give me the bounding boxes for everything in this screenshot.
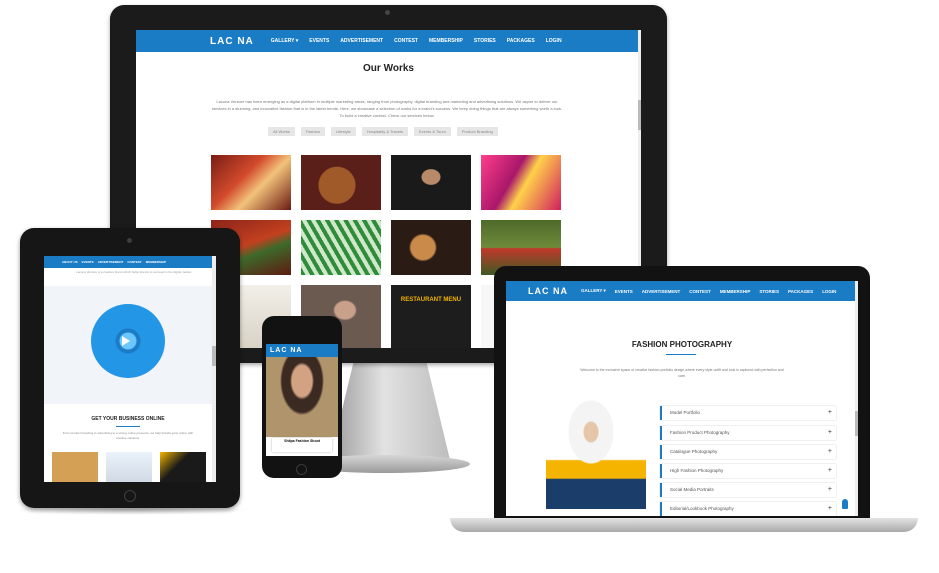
laptop-device: LAC NA GALLERY ▾ EVENTS ADVERTISEMENT CO…: [494, 266, 870, 518]
tablet-nav-contest[interactable]: CONTEST: [127, 260, 141, 264]
tablet-screen: ABOUT US EVENTS ADVERTISEMENT CONTEST ME…: [44, 256, 216, 482]
tablet-scrollbar[interactable]: [212, 256, 216, 482]
tablet-nav-about[interactable]: ABOUT US: [62, 260, 78, 264]
laptop-navbar: LAC NA GALLERY ▾ EVENTS ADVERTISEMENT CO…: [506, 281, 856, 301]
tablet-nav-membership[interactable]: MEMBERSHIP: [146, 260, 166, 264]
tablet-navbar: ABOUT US EVENTS ADVERTISEMENT CONTEST ME…: [44, 256, 212, 268]
gallery-photo-bridal[interactable]: [211, 155, 291, 210]
rocket-icon[interactable]: [842, 499, 848, 509]
desktop-navbar: LAC NA GALLERY ▾ EVENTS ADVERTISEMENT CO…: [136, 30, 638, 52]
tablet-section-text: From product branding to advertising to …: [62, 431, 194, 440]
nav-packages[interactable]: PACKAGES: [507, 38, 535, 44]
play-icon[interactable]: [122, 336, 130, 346]
filter-events[interactable]: Events & Tours: [413, 127, 451, 136]
tablet-thumb-laptop[interactable]: [106, 452, 152, 482]
plus-icon[interactable]: +: [828, 445, 832, 459]
laptop-scrollbar-thumb[interactable]: [855, 411, 858, 436]
laptop-nav-stories[interactable]: STORIES: [759, 289, 779, 294]
accordion-label: Fashion Product Photography: [670, 430, 730, 435]
page-description: Lacuna Venture has been emerging as a di…: [211, 99, 563, 118]
plus-icon[interactable]: +: [828, 502, 832, 516]
accordion-label: Catalogue Photography: [670, 449, 718, 454]
filter-all-works[interactable]: All Works: [268, 127, 295, 136]
phone-navbar: LAC NA: [266, 344, 338, 357]
laptop-scrollbar[interactable]: [855, 281, 858, 516]
laptop-fashion-photo: [546, 399, 646, 509]
monitor-stand: [330, 360, 450, 460]
nav-login[interactable]: LOGIN: [546, 38, 562, 44]
laptop-nav-events[interactable]: EVENTS: [615, 289, 633, 294]
phone-device: LAC NA Shilpa Fashion Shoot: [262, 316, 342, 478]
nav-stories[interactable]: STORIES: [474, 38, 496, 44]
filter-hospitality[interactable]: Hospitality & Travels: [361, 127, 408, 136]
laptop-nav-membership[interactable]: MEMBERSHIP: [720, 289, 751, 294]
laptop-nav-advertisement[interactable]: ADVERTISEMENT: [642, 289, 681, 294]
tablet-section-divider: [116, 426, 140, 427]
phone-caption: Shilpa Fashion Shoot: [284, 439, 320, 443]
filter-lifestyle[interactable]: Lifestyle: [331, 127, 356, 136]
gallery-photo-menu[interactable]: RESTAURANT MENU: [391, 285, 471, 348]
accordion-editorial[interactable]: Editorial/Lookbook Photography +: [660, 502, 836, 516]
nav-advertisement[interactable]: ADVERTISEMENT: [340, 38, 383, 44]
plus-icon[interactable]: +: [828, 464, 832, 478]
laptop-logo[interactable]: LAC NA: [528, 286, 568, 296]
phone-caption-card[interactable]: Shilpa Fashion Shoot: [272, 438, 332, 452]
nav-membership[interactable]: MEMBERSHIP: [429, 38, 463, 44]
gallery-photo-nightlife[interactable]: [481, 155, 561, 210]
tablet-intro-text: Lacuna Venture is a creative brand which…: [76, 270, 192, 274]
page-title: Our Works: [363, 63, 414, 74]
tablet-thumb-brand[interactable]: [160, 452, 206, 482]
nav-gallery[interactable]: GALLERY ▾: [271, 38, 299, 44]
accordion-fashion-product[interactable]: Fashion Product Photography +: [660, 426, 836, 440]
tablet-nav-events[interactable]: EVENTS: [82, 260, 94, 264]
laptop-page-title: FASHION PHOTOGRAPHY: [631, 340, 733, 349]
tablet-home-button[interactable]: [124, 490, 136, 502]
gallery-photo-food[interactable]: [301, 155, 381, 210]
phone-home-button[interactable]: [296, 464, 307, 475]
laptop-page-description: Welcome to the exclusive space of creati…: [580, 368, 784, 378]
accordion-label: Social Media Portraits: [670, 487, 714, 492]
accordion-model-portfolio[interactable]: Model Portfolio +: [660, 406, 836, 420]
desktop-logo[interactable]: LAC NA: [210, 36, 254, 47]
accordion-high-fashion[interactable]: High Fashion Photography +: [660, 464, 836, 478]
plus-icon[interactable]: +: [828, 406, 832, 420]
laptop-nav-contest[interactable]: CONTEST: [689, 289, 711, 294]
laptop-nav-gallery[interactable]: GALLERY ▾: [581, 288, 606, 294]
phone-hero-photo: [266, 357, 338, 437]
tablet-nav-advertisement[interactable]: ADVERTISEMENT: [98, 260, 124, 264]
laptop-nav-packages[interactable]: PACKAGES: [788, 289, 813, 294]
tablet-thumb-cards[interactable]: [52, 452, 98, 482]
monitor-camera: [385, 10, 390, 15]
desktop-scrollbar-thumb[interactable]: [638, 100, 641, 130]
tablet-device: ABOUT US EVENTS ADVERTISEMENT CONTEST ME…: [20, 228, 240, 508]
tablet-section-title: GET YOUR BUSINESS ONLINE: [91, 416, 165, 422]
nav-events[interactable]: EVENTS: [309, 38, 329, 44]
nav-contest[interactable]: CONTEST: [394, 38, 418, 44]
accordion-social-media[interactable]: Social Media Portraits +: [660, 483, 836, 497]
filter-fashion[interactable]: Fashion: [300, 127, 326, 136]
accordion-label: Model Portfolio: [670, 410, 701, 415]
gallery-photo-product[interactable]: [301, 220, 381, 275]
laptop-base: [450, 518, 918, 532]
gallery-photo-model[interactable]: [391, 220, 471, 275]
plus-icon[interactable]: +: [828, 483, 832, 497]
phone-screen: LAC NA Shilpa Fashion Shoot: [266, 344, 338, 456]
accordion-label: Editorial/Lookbook Photography: [670, 506, 734, 511]
works-filter-bar: All Works Fashion Lifestyle Hospitality …: [268, 127, 498, 136]
laptop-screen: LAC NA GALLERY ▾ EVENTS ADVERTISEMENT CO…: [506, 281, 858, 516]
filter-product-branding[interactable]: Product Branding: [456, 127, 498, 136]
laptop-title-divider: [666, 354, 696, 355]
accordion-catalogue[interactable]: Catalogue Photography +: [660, 445, 836, 459]
tablet-scrollbar-thumb[interactable]: [212, 346, 216, 366]
plus-icon[interactable]: +: [828, 426, 832, 440]
tablet-hero: [44, 286, 212, 404]
tablet-camera: [127, 238, 132, 243]
gallery-photo-portrait[interactable]: [391, 155, 471, 210]
accordion-label: High Fashion Photography: [670, 468, 724, 473]
phone-logo[interactable]: LAC NA: [270, 347, 302, 354]
laptop-nav-login[interactable]: LOGIN: [822, 289, 836, 294]
